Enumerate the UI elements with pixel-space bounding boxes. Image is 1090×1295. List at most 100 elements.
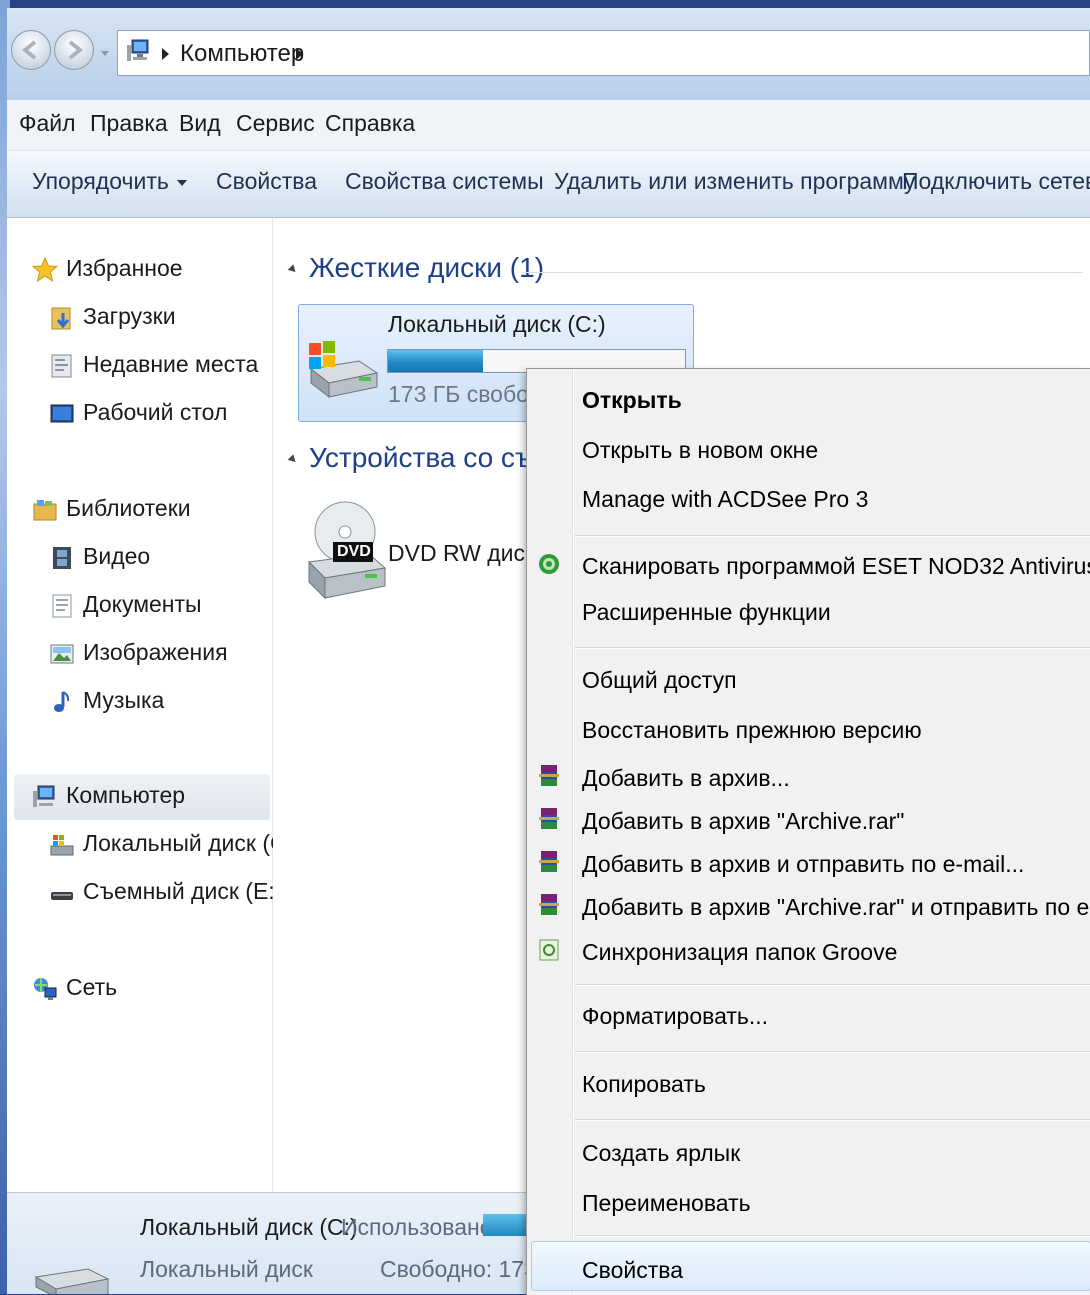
organize-button[interactable]: Упорядочить (32, 168, 187, 195)
breadcrumb-computer[interactable]: Компьютер (180, 40, 304, 68)
pictures-icon (50, 644, 74, 664)
desktop-icon (50, 404, 74, 423)
details-drive-name: Локальный диск (C:) (140, 1214, 358, 1240)
menu-icon-gutter-highlight (573, 369, 574, 1295)
menu-item-add-to-archive-email[interactable]: Добавить в архив и отправить по e-mail..… (582, 851, 1024, 878)
properties-button[interactable]: Свойства (216, 168, 317, 195)
menu-item-properties[interactable]: Свойства (582, 1257, 683, 1284)
nav-downloads[interactable]: Загрузки (49, 303, 176, 331)
drive-details-icon (34, 1268, 110, 1294)
forward-button[interactable] (54, 30, 94, 70)
libraries-icon (33, 499, 57, 521)
music-note-icon (54, 691, 70, 712)
winrar-icon (539, 894, 559, 915)
menu-tools[interactable]: Сервис (236, 110, 315, 137)
group-header-hard-disks-label: Жесткие диски (1) (309, 252, 545, 283)
computer-icon (127, 39, 149, 61)
menu-item-copy[interactable]: Копировать (582, 1071, 706, 1098)
group-divider (523, 272, 1083, 273)
organize-label: Упорядочить (32, 168, 169, 194)
nav-pictures[interactable]: Изображения (49, 639, 228, 667)
nav-removable-disk-e-label: Съемный диск (E:) (83, 878, 283, 904)
menu-item-rename[interactable]: Переименовать (582, 1190, 751, 1217)
menu-item-format[interactable]: Форматировать... (582, 1003, 768, 1030)
breadcrumb-arrow-icon[interactable] (296, 48, 303, 60)
details-used-label: Использовано: (341, 1214, 499, 1240)
removable-disk-icon (51, 891, 73, 900)
video-icon (53, 546, 71, 569)
back-button[interactable] (11, 30, 51, 70)
menu-separator (575, 535, 1090, 537)
nav-music[interactable]: Музыка (49, 687, 164, 715)
menu-item-restore[interactable]: Восстановить прежнюю версию (582, 717, 922, 744)
context-menu: Открыть Открыть в новом окне Manage with… (526, 368, 1090, 1295)
menu-separator (575, 1119, 1090, 1121)
downloads-folder-icon (51, 307, 71, 330)
nav-videos[interactable]: Видео (49, 543, 150, 571)
menu-item-add-to-archive-rar[interactable]: Добавить в архив "Archive.rar" (582, 808, 904, 835)
recent-pages-dropdown[interactable] (101, 51, 109, 56)
menu-separator (575, 647, 1090, 649)
map-network-drive-button[interactable]: Подключить сетевой (902, 168, 1090, 195)
nav-computer-label: Компьютер (66, 782, 186, 808)
forward-arrow-icon (68, 40, 84, 60)
nav-music-label: Музыка (83, 687, 165, 713)
nav-favorites[interactable]: Избранное (32, 255, 183, 283)
address-input[interactable]: Компьютер (117, 30, 1090, 76)
nav-downloads-label: Загрузки (83, 303, 176, 329)
nav-documents[interactable]: Документы (49, 591, 202, 619)
breadcrumb-arrow-icon[interactable] (162, 48, 169, 60)
menu-separator (575, 1235, 1090, 1237)
details-drive-type: Локальный диск (140, 1256, 313, 1282)
groove-sync-icon (539, 939, 559, 961)
nav-local-disk-c[interactable]: Локальный диск (C:) (49, 830, 301, 858)
menu-item-acdsee[interactable]: Manage with ACDSee Pro 3 (582, 486, 868, 513)
nav-desktop-label: Рабочий стол (83, 399, 228, 425)
uninstall-program-button[interactable]: Удалить или изменить программу (554, 168, 916, 195)
menu-item-add-to-archive-rar-email[interactable]: Добавить в архив "Archive.rar" и отправи… (582, 894, 1090, 921)
menu-item-open-new-window[interactable]: Открыть в новом окне (582, 437, 818, 464)
nav-removable-disk-e[interactable]: Съемный диск (E:) (49, 878, 282, 906)
nav-recent-places-label: Недавние места (83, 351, 259, 377)
menu-separator (575, 984, 1090, 986)
local-disk-icon (50, 834, 74, 856)
recent-places-icon (51, 354, 72, 378)
group-header-hard-disks[interactable]: Жесткие диски (1) (287, 252, 545, 284)
eset-antivirus-icon (539, 554, 559, 574)
nav-videos-label: Видео (83, 543, 151, 569)
system-properties-button[interactable]: Свойства системы (345, 168, 544, 195)
chevron-down-icon (176, 179, 187, 186)
drive-c-usage-fill (388, 350, 484, 372)
dvd-badge: DVD (337, 543, 371, 560)
menu-file[interactable]: Файл (19, 110, 76, 137)
menu-item-create-shortcut[interactable]: Создать ярлык (582, 1140, 740, 1167)
winrar-icon (539, 851, 559, 872)
collapse-triangle-icon (287, 264, 299, 275)
menu-item-share[interactable]: Общий доступ (582, 667, 737, 694)
star-icon (32, 256, 58, 283)
navigation-pane: Избранное Загрузки Недавние места Рабочи… (7, 218, 301, 1192)
nav-pictures-label: Изображения (83, 639, 228, 665)
nav-network[interactable]: Сеть (32, 974, 117, 1002)
computer-icon (33, 785, 55, 807)
winrar-icon (539, 765, 559, 786)
winrar-icon (539, 808, 559, 829)
menu-item-open[interactable]: Открыть (582, 387, 682, 414)
menu-view[interactable]: Вид (179, 110, 221, 137)
network-icon (34, 977, 57, 1000)
menu-item-groove-sync[interactable]: Синхронизация папок Groove (582, 939, 897, 966)
menu-help[interactable]: Справка (325, 110, 415, 137)
windows-drive-icon (309, 341, 379, 399)
command-bar: Упорядочить Свойства Свойства системы Уд… (7, 151, 1090, 218)
menu-edit[interactable]: Правка (90, 110, 168, 137)
menu-item-eset-scan[interactable]: Сканировать программой ESET NOD32 Antivi… (582, 553, 1090, 580)
menu-separator (575, 1051, 1090, 1053)
nav-libraries[interactable]: Библиотеки (32, 495, 191, 523)
nav-desktop[interactable]: Рабочий стол (49, 399, 227, 427)
menu-item-add-to-archive[interactable]: Добавить в архив... (582, 765, 790, 792)
nav-computer[interactable]: Компьютер (32, 782, 185, 810)
nav-recent-places[interactable]: Недавние места (49, 351, 258, 379)
back-arrow-icon (21, 40, 37, 60)
menu-item-advanced[interactable]: Расширенные функции (582, 599, 831, 626)
address-bar-area: Компьютер (7, 8, 1090, 100)
